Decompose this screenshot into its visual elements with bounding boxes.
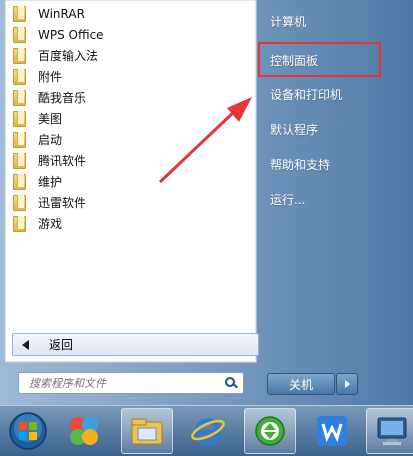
back-button[interactable]: 返回: [12, 333, 259, 356]
shutdown-button[interactable]: 关机: [267, 373, 335, 395]
folder-icon: [13, 5, 26, 22]
program-folder-accessories[interactable]: 附件: [5, 66, 256, 87]
program-label: WPS Office: [38, 27, 104, 42]
menu-item-run[interactable]: 运行...: [270, 188, 305, 210]
program-label: 游戏: [38, 217, 63, 231]
folder-icon: [13, 110, 26, 127]
program-list: WinRAR WPS Office 百度输入法 附件 酷我音乐 美图 启动 腾讯…: [5, 0, 256, 234]
taskbar-app-explorer[interactable]: [121, 408, 173, 454]
back-label: 返回: [49, 338, 74, 352]
start-menu: WinRAR WPS Office 百度输入法 附件 酷我音乐 美图 启动 腾讯…: [0, 0, 413, 405]
green-sync-app-icon: [255, 416, 285, 446]
taskbar-app-green-sync[interactable]: [244, 408, 296, 454]
folder-icon: [13, 68, 26, 85]
search-box[interactable]: [18, 372, 244, 394]
control-panel-highlight-box: [258, 42, 381, 77]
menu-item-computer[interactable]: 计算机: [270, 10, 306, 32]
shutdown-options-button[interactable]: [336, 373, 358, 395]
menu-item-label: 运行...: [270, 192, 306, 207]
search-icon[interactable]: [221, 374, 239, 392]
menu-item-devices-printers[interactable]: 设备和打印机: [270, 83, 342, 105]
program-folder-baidu-ime[interactable]: 百度输入法: [5, 45, 256, 66]
folder-icon: [13, 152, 26, 169]
internet-explorer-icon: [191, 418, 225, 446]
menu-item-help-support[interactable]: 帮助和支持: [270, 153, 330, 175]
folder-icon: [13, 215, 26, 232]
taskbar-app-remote[interactable]: [366, 408, 413, 454]
program-label: 腾讯软件: [38, 154, 87, 168]
programs-pane: WinRAR WPS Office 百度输入法 附件 酷我音乐 美图 启动 腾讯…: [5, 0, 259, 363]
program-folder-winrar[interactable]: WinRAR: [5, 3, 256, 24]
program-label: 迅雷软件: [38, 196, 87, 210]
folder-icon: [13, 194, 26, 211]
program-folder-startup[interactable]: 启动: [5, 129, 256, 150]
program-folder-kuwo-music[interactable]: 酷我音乐: [5, 87, 256, 108]
taskbar-app-internet-explorer[interactable]: [182, 408, 234, 454]
program-folder-wps-office[interactable]: WPS Office: [5, 24, 256, 45]
start-button[interactable]: [2, 408, 54, 454]
program-label: 酷我音乐: [38, 91, 87, 105]
program-folder-maintenance[interactable]: 维护: [5, 171, 256, 192]
menu-item-label: 帮助和支持: [270, 157, 331, 172]
program-folder-tencent[interactable]: 腾讯软件: [5, 150, 256, 171]
program-label: 启动: [38, 133, 63, 147]
program-folder-games[interactable]: 游戏: [5, 213, 256, 234]
wps-writer-icon: [317, 416, 347, 446]
program-folder-meitu[interactable]: 美图: [5, 108, 256, 129]
taskbar-app-wps[interactable]: [306, 408, 358, 454]
program-folder-xunlei[interactable]: 迅雷软件: [5, 192, 256, 213]
menu-item-default-programs[interactable]: 默认程序: [270, 118, 318, 140]
taskbar-app-pinwheel[interactable]: [58, 408, 110, 454]
menu-item-label: 计算机: [270, 14, 307, 29]
program-label: 百度输入法: [38, 49, 99, 63]
back-arrow-icon: [22, 339, 29, 350]
menu-item-label: 设备和打印机: [270, 87, 343, 102]
program-label: WinRAR: [38, 6, 85, 21]
folder-icon: [13, 173, 26, 190]
file-explorer-icon: [131, 418, 163, 445]
shutdown-label: 关机: [288, 377, 313, 392]
folder-icon: [13, 47, 26, 64]
taskbar: [0, 405, 413, 456]
program-label: 附件: [38, 70, 63, 84]
remote-desktop-icon: [377, 417, 407, 445]
folder-icon: [13, 131, 26, 148]
folder-icon: [13, 26, 26, 43]
menu-item-label: 默认程序: [270, 122, 319, 137]
chevron-right-icon: [344, 380, 350, 388]
pinwheel-app-icon: [70, 417, 98, 445]
program-label: 美图: [38, 112, 63, 126]
program-label: 维护: [38, 175, 63, 189]
start-orb-icon: [9, 412, 47, 450]
folder-icon: [13, 89, 26, 106]
search-input[interactable]: [27, 375, 211, 391]
